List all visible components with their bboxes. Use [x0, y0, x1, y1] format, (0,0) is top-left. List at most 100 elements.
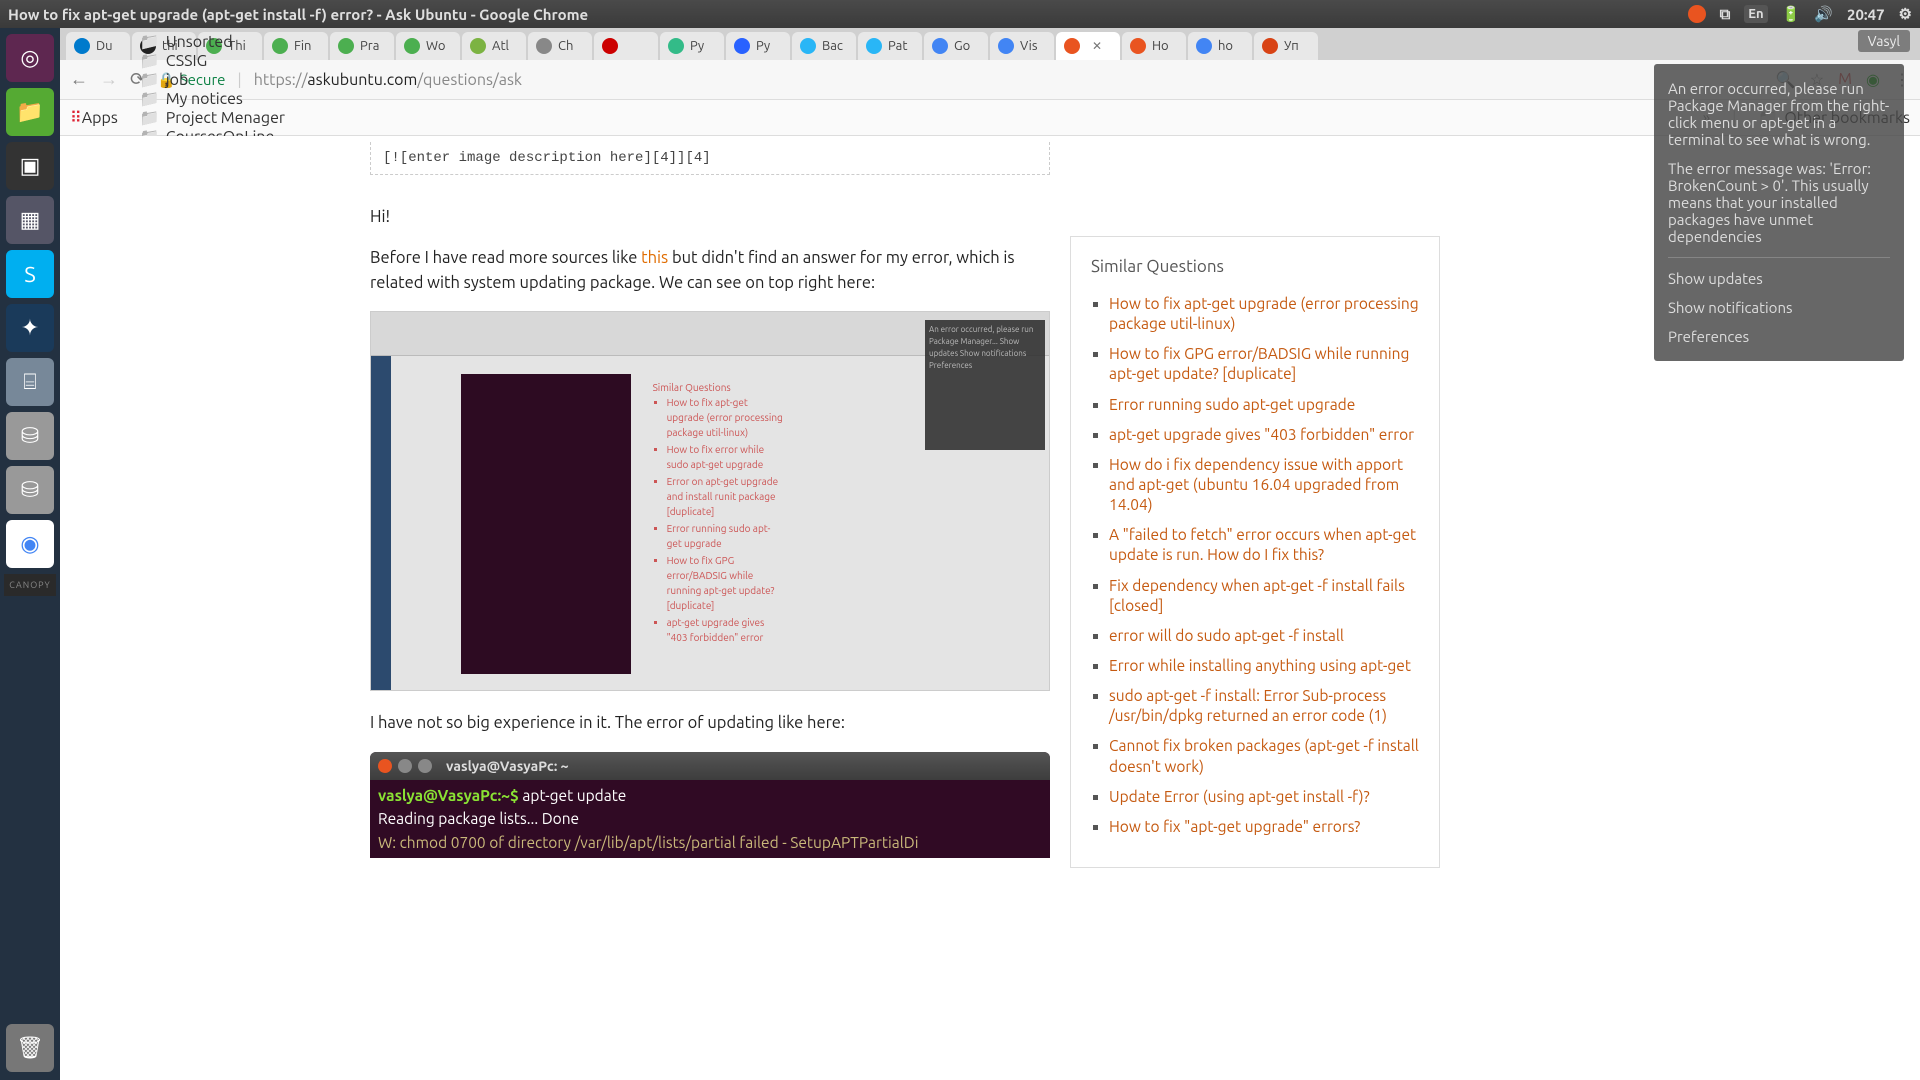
preferences-item[interactable]: Preferences	[1668, 322, 1890, 351]
similar-question-link[interactable]: sudo apt-get -f install: Error Sub-proce…	[1109, 687, 1387, 724]
favicon	[932, 38, 948, 54]
show-notifications-item[interactable]: Show notifications	[1668, 293, 1890, 322]
address-bar: ← → ⟳ 🔒 Secure | https://askubuntu.com/q…	[60, 60, 1920, 100]
term-close-icon	[378, 759, 392, 773]
similar-question-link[interactable]: How to fix GPG error/BADSIG while runnin…	[1109, 345, 1409, 382]
apps-shortcut[interactable]: Apps	[70, 108, 118, 127]
favicon	[734, 38, 750, 54]
files-icon[interactable]: 📁	[6, 88, 54, 136]
browser-tab[interactable]: Ch	[528, 32, 592, 60]
tab-label: Py	[690, 39, 704, 53]
browser-tab[interactable]: Pra	[330, 32, 394, 60]
favicon	[668, 38, 684, 54]
user-badge: Vasyl	[1858, 30, 1910, 52]
tab-close-icon[interactable]: ✕	[1092, 39, 1102, 53]
browser-tab[interactable]: Pat	[858, 32, 922, 60]
bookmark-folder[interactable]: CSSIG	[140, 51, 285, 70]
similar-question-item: Error while installing anything using ap…	[1109, 656, 1419, 676]
keyboard-lang[interactable]: En	[1744, 5, 1767, 23]
browser-tab[interactable]: Bac	[792, 32, 856, 60]
editor-textarea[interactable]: [![enter image description here][4]][4]	[370, 142, 1050, 175]
tab-strip: DuthiThiFinPraWoAtlChPyPyBacPatGoVis✕Hoh…	[60, 28, 1920, 60]
bookmark-folder[interactable]: Unsorted	[140, 32, 285, 51]
bookmark-folder[interactable]: My notices	[140, 89, 285, 108]
tab-label: Уп	[1284, 39, 1299, 53]
similar-question-item: A "failed to fetch" error occurs when ap…	[1109, 525, 1419, 565]
forward-button[interactable]: →	[100, 69, 118, 90]
similar-question-link[interactable]: Error while installing anything using ap…	[1109, 657, 1411, 674]
inline-link[interactable]: this	[641, 249, 668, 267]
similar-question-item: How do i fix dependency issue with appor…	[1109, 455, 1419, 515]
chrome-icon[interactable]: ◉	[6, 520, 54, 568]
similar-question-item: sudo apt-get -f install: Error Sub-proce…	[1109, 686, 1419, 726]
browser-tab[interactable]: ✕	[1056, 32, 1120, 60]
similar-question-link[interactable]: Fix dependency when apt-get -f install f…	[1109, 577, 1405, 614]
browser-tab[interactable]: Wo	[396, 32, 460, 60]
browser-tab[interactable]: ho	[1188, 32, 1252, 60]
similar-question-link[interactable]: A "failed to fetch" error occurs when ap…	[1109, 526, 1416, 563]
tab-label: Vis	[1020, 39, 1037, 53]
app-icon[interactable]: ▦	[6, 196, 54, 244]
similar-question-link[interactable]: How do i fix dependency issue with appor…	[1109, 456, 1403, 513]
body-text: Before I have read more sources like thi…	[370, 246, 1050, 296]
back-button[interactable]: ←	[70, 69, 88, 90]
similar-question-item: How to fix "apt-get upgrade" errors?	[1109, 817, 1419, 837]
browser-tab[interactable]: Vis	[990, 32, 1054, 60]
favicon	[74, 38, 90, 54]
favicon	[338, 38, 354, 54]
battery-icon[interactable]: 🔋	[1782, 5, 1801, 23]
close-window-icon[interactable]	[1688, 5, 1706, 23]
favicon	[800, 38, 816, 54]
trash-icon[interactable]: 🗑	[6, 1024, 54, 1072]
similar-question-item: Update Error (using apt-get install -f)?	[1109, 787, 1419, 807]
browser-tab[interactable]: Du	[66, 32, 130, 60]
bookmark-folder[interactable]: job	[140, 70, 285, 89]
mount-icon[interactable]: ⌸	[6, 358, 54, 406]
browser-tab[interactable]: Atl	[462, 32, 526, 60]
tab-label: Py	[756, 39, 770, 53]
canopy-badge: CANOPY	[4, 574, 56, 596]
inkscape-icon[interactable]: ✦	[6, 304, 54, 352]
favicon	[1064, 38, 1080, 54]
bookmark-folder[interactable]: Project Menager	[140, 108, 285, 127]
skype-icon[interactable]: S	[6, 250, 54, 298]
wifi-icon[interactable]: ⧉	[1720, 5, 1731, 23]
similar-question-link[interactable]: Error running sudo apt-get upgrade	[1109, 396, 1355, 413]
favicon	[998, 38, 1014, 54]
titlebar: How to fix apt-get upgrade (apt-get inst…	[0, 0, 1920, 28]
drive-icon[interactable]: ⛁	[6, 412, 54, 460]
volume-icon[interactable]: 🔊	[1814, 5, 1833, 23]
similar-question-link[interactable]: Update Error (using apt-get install -f)?	[1109, 788, 1370, 805]
similar-question-link[interactable]: error will do sudo apt-get -f install	[1109, 627, 1344, 644]
browser-tab[interactable]	[594, 32, 658, 60]
popup-text: An error occurred, please run Package Ma…	[1668, 74, 1890, 154]
terminal-icon[interactable]: ▣	[6, 142, 54, 190]
term-max-icon	[418, 759, 432, 773]
tab-label: Ho	[1152, 39, 1169, 53]
tab-label: Wo	[426, 39, 445, 53]
browser-tab[interactable]: Py	[726, 32, 790, 60]
similar-question-link[interactable]: How to fix apt-get upgrade (error proces…	[1109, 295, 1419, 332]
clock[interactable]: 20:47	[1847, 6, 1885, 23]
similar-question-item: How to fix GPG error/BADSIG while runnin…	[1109, 344, 1419, 384]
similar-question-link[interactable]: Cannot fix broken packages (apt-get -f i…	[1109, 737, 1419, 774]
favicon	[866, 38, 882, 54]
similar-question-item: How to fix apt-get upgrade (error proces…	[1109, 294, 1419, 334]
similar-question-item: error will do sudo apt-get -f install	[1109, 626, 1419, 646]
browser-tab[interactable]: Ho	[1122, 32, 1186, 60]
dash-icon[interactable]: ◎	[6, 34, 54, 82]
similar-question-link[interactable]: apt-get upgrade gives "403 forbidden" er…	[1109, 426, 1414, 443]
favicon	[1262, 38, 1278, 54]
bookmarks-bar: Apps UnsortedCSSIGjobMy noticesProject M…	[60, 100, 1920, 136]
favicon	[404, 38, 420, 54]
gear-icon[interactable]: ⚙	[1899, 5, 1912, 23]
similar-question-item: Error running sudo apt-get upgrade	[1109, 395, 1419, 415]
drive-icon-2[interactable]: ⛁	[6, 466, 54, 514]
browser-tab[interactable]: Py	[660, 32, 724, 60]
tab-label: Go	[954, 39, 970, 53]
show-updates-item[interactable]: Show updates	[1668, 264, 1890, 293]
similar-question-link[interactable]: How to fix "apt-get upgrade" errors?	[1109, 818, 1360, 835]
browser-tab[interactable]: Уп	[1254, 32, 1318, 60]
term-title: vaslya@VasyaPc: ~	[446, 756, 569, 777]
browser-tab[interactable]: Go	[924, 32, 988, 60]
